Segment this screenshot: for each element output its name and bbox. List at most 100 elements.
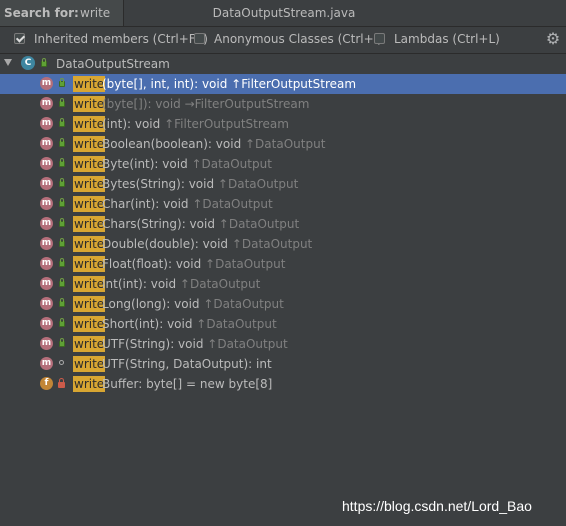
member-origin: ↑DataOutput	[203, 337, 288, 351]
method-icon: m	[40, 157, 53, 170]
method-icon: m	[40, 317, 53, 330]
search-match-highlight: write	[73, 96, 106, 112]
member-signature: UTF(String): void ↑DataOutput	[102, 337, 288, 351]
anonymous-classes-label[interactable]: Anonymous Classes (Ctrl+I)	[214, 32, 382, 46]
class-icon: C	[21, 56, 35, 70]
member-origin: ↑DataOutput	[187, 157, 272, 171]
tree-row[interactable]: m write UTF(String): void ↑DataOutput	[0, 334, 566, 354]
anonymous-classes-checkbox[interactable]	[194, 33, 205, 44]
member-signature-text: UTF(String, DataOutput): int	[102, 357, 272, 371]
member-signature: Char(int): void ↑DataOutput	[102, 197, 273, 211]
public-lock-icon	[59, 138, 65, 147]
chevron-down-icon[interactable]	[4, 59, 12, 66]
member-origin: ↑DataOutput	[176, 277, 261, 291]
public-lock-icon	[59, 118, 65, 127]
tree-row[interactable]: m write Bytes(String): void ↑DataOutput	[0, 174, 566, 194]
member-signature: Long(long): void ↑DataOutput	[102, 297, 284, 311]
member-signature-text: Byte(int): void	[102, 157, 188, 171]
member-origin: ↑DataOutput	[192, 317, 277, 331]
member-signature: Chars(String): void ↑DataOutput	[102, 217, 299, 231]
member-signature: (byte[], int, int): void ↑FilterOutputSt…	[102, 77, 356, 91]
member-signature-text: Short(int): void	[102, 317, 193, 331]
method-icon: m	[40, 77, 53, 90]
package-visibility-icon	[59, 360, 64, 365]
member-origin: ↑FilterOutputStream	[160, 117, 289, 131]
member-signature-text: (byte[], int, int): void	[102, 77, 228, 91]
public-lock-icon	[59, 78, 65, 87]
member-origin: ↑DataOutput	[188, 197, 273, 211]
member-origin: ↑DataOutput	[214, 177, 299, 191]
member-signature-text: Buffer: byte[] = new byte[8]	[102, 377, 273, 391]
method-icon: m	[40, 337, 53, 350]
gear-icon[interactable]: ⚙	[544, 30, 562, 48]
tree-row[interactable]: m write Int(int): void ↑DataOutput	[0, 274, 566, 294]
search-match-highlight: write	[73, 376, 106, 392]
public-lock-icon	[59, 318, 65, 327]
search-box[interactable]: Search for: write	[0, 0, 124, 26]
method-icon: m	[40, 257, 53, 270]
search-label: Search for:	[4, 6, 79, 20]
inherited-members-label[interactable]: Inherited members (Ctrl+F3)	[34, 32, 208, 46]
member-origin: ↑FilterOutputStream	[227, 77, 357, 91]
member-signature-text: Boolean(boolean): void	[102, 137, 242, 151]
search-match-highlight: write	[73, 76, 106, 92]
inherited-members-checkbox[interactable]	[14, 33, 25, 44]
method-icon: m	[40, 357, 53, 370]
member-signature: Boolean(boolean): void ↑DataOutput	[102, 137, 325, 151]
search-match-highlight: write	[73, 136, 106, 152]
member-origin: ↑DataOutput	[214, 217, 300, 231]
public-lock-icon	[59, 258, 65, 267]
tree-row[interactable]: m write UTF(String, DataOutput): int	[0, 354, 566, 374]
search-match-highlight: write	[73, 156, 106, 172]
tree-row[interactable]: m write Byte(int): void ↑DataOutput	[0, 154, 566, 174]
search-match-highlight: write	[73, 296, 106, 312]
lambdas-checkbox[interactable]	[374, 33, 385, 44]
search-input[interactable]: write	[80, 6, 110, 20]
member-signature-text: Chars(String): void	[102, 217, 215, 231]
tree-row[interactable]: f write Buffer: byte[] = new byte[8]	[0, 374, 566, 394]
tree-row[interactable]: m write Short(int): void ↑DataOutput	[0, 314, 566, 334]
tree-row[interactable]: m write Float(float): void ↑DataOutput	[0, 254, 566, 274]
search-match-highlight: write	[73, 116, 106, 132]
search-match-highlight: write	[73, 196, 106, 212]
member-signature: Double(double): void ↑DataOutput	[102, 237, 312, 251]
member-signature: Byte(int): void ↑DataOutput	[102, 157, 272, 171]
member-signature: Bytes(String): void ↑DataOutput	[102, 177, 298, 191]
search-match-highlight: write	[73, 236, 106, 252]
public-lock-icon	[59, 158, 65, 167]
search-match-highlight: write	[73, 336, 106, 352]
structure-tree: C DataOutputStream m write (byte[], int, i…	[0, 54, 566, 526]
public-lock-icon	[59, 198, 65, 207]
member-signature: Buffer: byte[] = new byte[8]	[102, 377, 272, 391]
search-match-highlight: write	[73, 176, 106, 192]
public-lock-icon	[59, 278, 65, 287]
tree-row[interactable]: m write Long(long): void ↑DataOutput	[0, 294, 566, 314]
member-origin: ↑DataOutput	[241, 137, 326, 151]
public-lock-icon	[59, 178, 65, 187]
member-signature-text: Bytes(String): void	[102, 177, 215, 191]
member-signature: Short(int): void ↑DataOutput	[102, 317, 277, 331]
tree-row[interactable]: m write Boolean(boolean): void ↑DataOutput	[0, 134, 566, 154]
search-match-highlight: write	[73, 216, 106, 232]
tree-row[interactable]: m write Char(int): void ↑DataOutput	[0, 194, 566, 214]
tree-row[interactable]: m write (byte[]): void →FilterOutputStream	[0, 94, 566, 114]
method-icon: m	[40, 117, 53, 130]
tree-row[interactable]: m write Chars(String): void ↑DataOutput	[0, 214, 566, 234]
search-match-highlight: write	[73, 356, 106, 372]
member-signature: UTF(String, DataOutput): int	[102, 357, 272, 371]
member-signature-text: UTF(String): void	[102, 337, 204, 351]
member-signature-text: (int): void	[102, 117, 161, 131]
tree-row[interactable]: m write Double(double): void ↑DataOutput	[0, 234, 566, 254]
field-icon: f	[40, 377, 53, 390]
member-signature-text: Char(int): void	[102, 197, 189, 211]
search-match-highlight: write	[73, 276, 106, 292]
public-lock-icon	[59, 98, 65, 107]
member-signature: Int(int): void ↑DataOutput	[102, 277, 260, 291]
lambdas-label[interactable]: Lambdas (Ctrl+L)	[394, 32, 500, 46]
class-name: DataOutputStream	[56, 57, 170, 71]
tree-root-row[interactable]: C DataOutputStream	[0, 54, 566, 74]
tree-row[interactable]: m write (int): void ↑FilterOutputStream	[0, 114, 566, 134]
tree-row[interactable]: m write (byte[], int, int): void ↑FilterOu…	[0, 74, 566, 94]
public-lock-icon	[59, 298, 65, 307]
member-origin: ↑DataOutput	[201, 257, 286, 271]
